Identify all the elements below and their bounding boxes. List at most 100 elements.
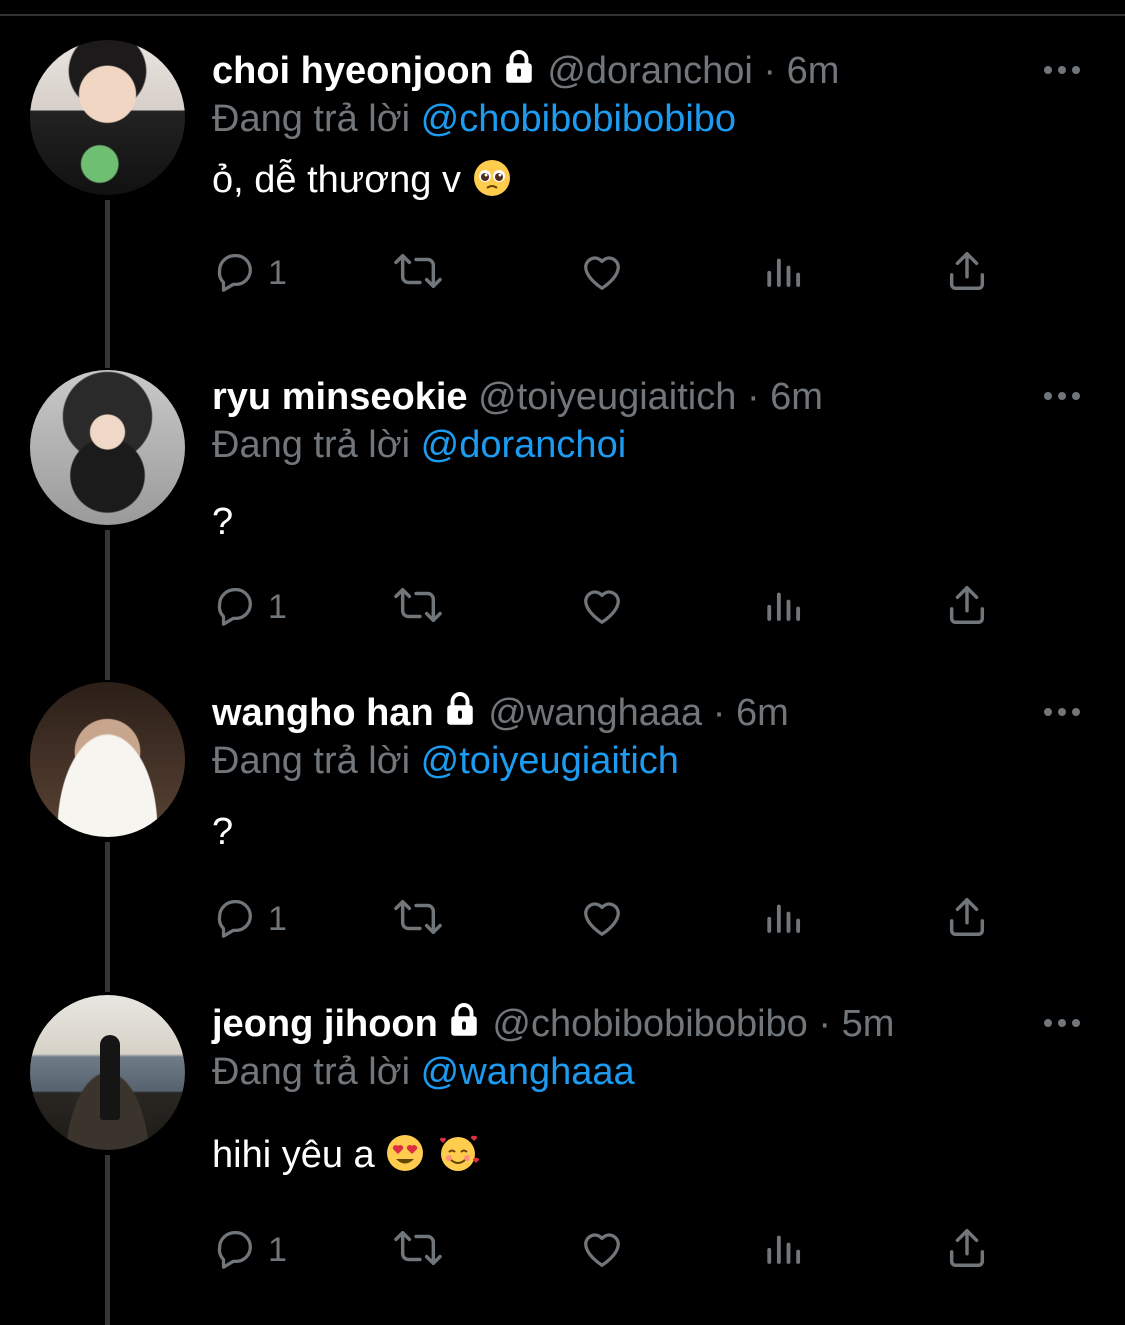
avatar[interactable] — [30, 682, 185, 837]
like-icon — [578, 894, 626, 945]
share-button[interactable] — [944, 894, 990, 944]
retweet-icon — [390, 894, 446, 945]
tweet-header: wangho han @wanghaaa · 6m — [212, 690, 789, 738]
reply-target-link[interactable]: @chobibobibobibo — [421, 98, 736, 140]
separator: · — [818, 1003, 832, 1045]
tweet-text: ? — [212, 808, 233, 856]
display-name[interactable]: ryu minseokie — [212, 376, 468, 418]
retweet-icon — [390, 1225, 446, 1276]
share-icon — [944, 248, 990, 299]
replying-to: Đang trả lời @doranchoi — [212, 422, 626, 468]
tweet-text: ? — [212, 498, 233, 546]
avatar[interactable] — [30, 995, 185, 1150]
reply-button[interactable]: 1 — [212, 248, 287, 298]
more-icon[interactable] — [1044, 708, 1080, 718]
tweet-header: ryu minseokie @toiyeugiaitich · 6m — [212, 374, 823, 420]
tweet[interactable]: wangho han @wanghaaa · 6m Đang trả lời @… — [0, 682, 1125, 1010]
tweet-text-content: ? — [212, 501, 234, 543]
share-icon — [944, 582, 990, 633]
views-icon — [764, 894, 806, 945]
reply-target-link[interactable]: @wanghaaa — [421, 1051, 635, 1093]
tweet[interactable]: jeong jihoon @chobibobibobibo · 5m Đang … — [0, 995, 1125, 1321]
lock-icon — [442, 691, 478, 738]
handle[interactable]: @doranchoi — [547, 50, 752, 92]
reply-count: 1 — [268, 1230, 287, 1269]
share-button[interactable] — [944, 582, 990, 632]
views-icon — [764, 582, 806, 633]
handle[interactable]: @toiyeugiaitich — [478, 376, 736, 418]
views-button[interactable] — [764, 582, 806, 632]
tweet-actions: 1 — [212, 248, 1012, 298]
reply-count: 1 — [268, 587, 287, 626]
replying-to-label: Đang trả lời — [212, 1051, 411, 1093]
display-name[interactable]: wangho han — [212, 692, 434, 734]
handle[interactable]: @wanghaaa — [488, 692, 702, 734]
share-icon — [944, 894, 990, 945]
like-icon — [578, 1225, 626, 1276]
timestamp[interactable]: 5m — [842, 1003, 895, 1045]
replying-to-label: Đang trả lời — [212, 424, 411, 466]
like-button[interactable] — [578, 248, 626, 298]
like-icon — [578, 248, 626, 299]
tweet-text-content: ? — [212, 811, 234, 853]
like-button[interactable] — [578, 582, 626, 632]
reply-button[interactable]: 1 — [212, 1225, 287, 1275]
lock-icon — [501, 49, 537, 96]
display-name[interactable]: jeong jihoon — [212, 1003, 438, 1045]
avatar[interactable] — [30, 370, 185, 525]
like-button[interactable] — [578, 894, 626, 944]
tweet[interactable]: ryu minseokie @toiyeugiaitich · 6m Đang … — [0, 370, 1125, 694]
heart-eyes-emoji — [385, 1133, 425, 1185]
reply-count: 1 — [268, 253, 287, 292]
tweet-text: ỏ, dễ thương v — [212, 156, 512, 210]
share-button[interactable] — [944, 1225, 990, 1275]
retweet-button[interactable] — [390, 582, 446, 632]
retweet-icon — [390, 248, 446, 299]
pleading-face-emoji — [472, 158, 512, 210]
reply-target-link[interactable]: @doranchoi — [421, 424, 626, 466]
tweet-text: hihi yêu a — [212, 1131, 480, 1185]
separator: · — [712, 692, 726, 734]
more-icon[interactable] — [1044, 392, 1080, 402]
tweet-header: jeong jihoon @chobibobibobibo · 5m — [212, 1001, 894, 1049]
reply-count: 1 — [268, 899, 287, 938]
like-button[interactable] — [578, 1225, 626, 1275]
retweet-icon — [390, 582, 446, 633]
replying-to-label: Đang trả lời — [212, 98, 411, 140]
smiling-face-with-hearts-emoji — [436, 1133, 480, 1185]
views-icon — [764, 248, 806, 299]
handle[interactable]: @chobibobibobibo — [492, 1003, 807, 1045]
tweet-actions: 1 — [212, 1225, 1012, 1275]
display-name[interactable]: choi hyeonjoon — [212, 50, 493, 92]
retweet-button[interactable] — [390, 1225, 446, 1275]
retweet-button[interactable] — [390, 894, 446, 944]
tweet-header: choi hyeonjoon @doranchoi · 6m — [212, 48, 839, 96]
tweet-text-content: ỏ, dễ thương v — [212, 159, 461, 201]
more-icon[interactable] — [1044, 66, 1080, 76]
reply-button[interactable]: 1 — [212, 894, 287, 944]
views-button[interactable] — [764, 248, 806, 298]
views-icon — [764, 1225, 806, 1276]
tweet-actions: 1 — [212, 582, 1012, 632]
views-button[interactable] — [764, 894, 806, 944]
separator: · — [763, 50, 777, 92]
replying-to: Đang trả lời @chobibobibobibo — [212, 96, 736, 142]
share-button[interactable] — [944, 248, 990, 298]
reply-icon — [212, 582, 258, 633]
reply-target-link[interactable]: @toiyeugiaitich — [421, 740, 679, 782]
views-button[interactable] — [764, 1225, 806, 1275]
tweet[interactable]: choi hyeonjoon @doranchoi · 6m Đang trả … — [0, 40, 1125, 368]
more-icon[interactable] — [1044, 1019, 1080, 1029]
timestamp[interactable]: 6m — [770, 376, 823, 418]
timestamp[interactable]: 6m — [787, 50, 840, 92]
avatar[interactable] — [30, 40, 185, 195]
replying-to: Đang trả lời @wanghaaa — [212, 1049, 635, 1095]
retweet-button[interactable] — [390, 248, 446, 298]
timestamp[interactable]: 6m — [736, 692, 789, 734]
reply-icon — [212, 894, 258, 945]
reply-button[interactable]: 1 — [212, 582, 287, 632]
replying-to: Đang trả lời @toiyeugiaitich — [212, 738, 679, 784]
separator: · — [746, 376, 760, 418]
top-divider — [0, 14, 1125, 16]
share-icon — [944, 1225, 990, 1276]
